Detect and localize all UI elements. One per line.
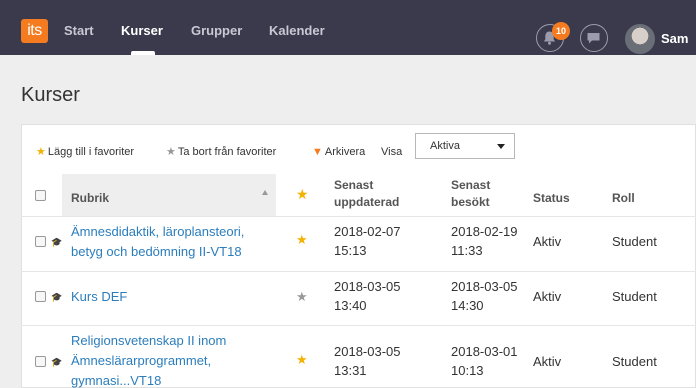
add-favorite-label: Lägg till i favoriter xyxy=(47,146,135,158)
archive-label: Arkivera xyxy=(324,146,366,158)
row-divider xyxy=(21,271,696,272)
course-link[interactable]: Ämneslärarprogrammet, xyxy=(71,352,211,370)
column-header-role[interactable]: Roll xyxy=(612,191,635,206)
role-value: Student xyxy=(612,354,657,369)
favorite-star-icon[interactable]: ★ xyxy=(296,352,308,368)
course-link[interactable]: betyg och bedömning II-VT18 xyxy=(71,243,242,261)
row-checkbox[interactable] xyxy=(35,291,46,302)
course-link[interactable]: Kurs DEF xyxy=(71,288,127,306)
remove-favorite-label: Ta bort från favoriter xyxy=(177,146,277,158)
favorite-star-icon[interactable]: ★ xyxy=(296,289,308,305)
visited-time: 14:30 xyxy=(451,298,484,313)
favorite-star-icon[interactable]: ★ xyxy=(296,232,308,248)
visited-time: 11:33 xyxy=(451,243,483,258)
nav-item-kurser[interactable]: Kurser xyxy=(121,23,163,39)
chat-bubble-icon xyxy=(587,33,600,44)
row-checkbox[interactable] xyxy=(35,236,46,247)
updated-time: 13:40 xyxy=(334,298,367,313)
column-header-title[interactable]: Rubrik xyxy=(71,191,109,206)
visited-date: 2018-03-01 xyxy=(451,344,518,359)
course-cap-icon: 🎓 xyxy=(51,237,63,247)
updated-time: 13:31 xyxy=(334,363,367,378)
updated-date: 2018-03-05 xyxy=(334,344,401,359)
visited-date: 2018-03-05 xyxy=(451,279,518,294)
header-divider xyxy=(21,216,696,217)
filter-label: Visa xyxy=(381,146,403,158)
updated-date: 2018-02-07 xyxy=(334,224,401,239)
star-icon: ★ xyxy=(36,146,46,158)
course-cap-icon: 🎓 xyxy=(51,357,63,367)
course-link[interactable]: Religionsvetenskap II inom xyxy=(71,332,226,350)
status-value: Aktiv xyxy=(533,234,562,249)
active-nav-indicator xyxy=(131,51,155,55)
remove-favorite-button[interactable]: ★ Ta bort från favoriter xyxy=(166,145,276,159)
user-name[interactable]: Sam xyxy=(661,31,688,47)
nav-item-kalender[interactable]: Kalender xyxy=(269,23,325,39)
notifications-badge: 10 xyxy=(552,22,570,40)
messages-button[interactable] xyxy=(580,24,608,52)
nav-item-grupper[interactable]: Grupper xyxy=(191,23,242,39)
column-header-updated-2[interactable]: uppdaterad xyxy=(334,195,399,210)
visited-time: 10:13 xyxy=(451,363,484,378)
column-header-visited-1[interactable]: Senast xyxy=(451,178,490,193)
select-all-checkbox[interactable] xyxy=(35,190,46,201)
column-header-status[interactable]: Status xyxy=(533,191,570,206)
role-value: Student xyxy=(612,234,657,249)
archive-icon: ▼ xyxy=(312,146,323,158)
chevron-down-icon xyxy=(497,144,505,149)
archive-button[interactable]: ▼ Arkivera xyxy=(312,145,365,159)
user-avatar[interactable] xyxy=(625,24,655,54)
star-outline-icon: ★ xyxy=(166,146,176,158)
status-value: Aktiv xyxy=(533,289,562,304)
app-logo[interactable]: its xyxy=(21,19,48,43)
updated-time: 15:13 xyxy=(334,243,367,258)
sort-ascending-icon xyxy=(262,190,268,195)
filter-select-value: Aktiva xyxy=(430,140,460,152)
add-favorite-button[interactable]: ★ Lägg till i favoriter xyxy=(36,145,134,159)
column-header-visited-2[interactable]: besökt xyxy=(451,195,490,210)
visited-date: 2018-02-19 xyxy=(451,224,518,239)
column-header-updated-1[interactable]: Senast xyxy=(334,178,373,193)
updated-date: 2018-03-05 xyxy=(334,279,401,294)
filter-select[interactable]: Aktiva xyxy=(415,133,515,159)
row-divider xyxy=(21,325,696,326)
favorite-column-star-icon[interactable]: ★ xyxy=(296,186,309,202)
page-title: Kurser xyxy=(21,84,80,106)
row-checkbox[interactable] xyxy=(35,356,46,367)
nav-item-start[interactable]: Start xyxy=(64,23,94,39)
course-link[interactable]: gymnasi...VT18 xyxy=(71,372,161,388)
course-cap-icon: 🎓 xyxy=(51,292,63,302)
status-value: Aktiv xyxy=(533,354,562,369)
course-link[interactable]: Ämnesdidaktik, läroplansteori, xyxy=(71,223,244,241)
role-value: Student xyxy=(612,289,657,304)
